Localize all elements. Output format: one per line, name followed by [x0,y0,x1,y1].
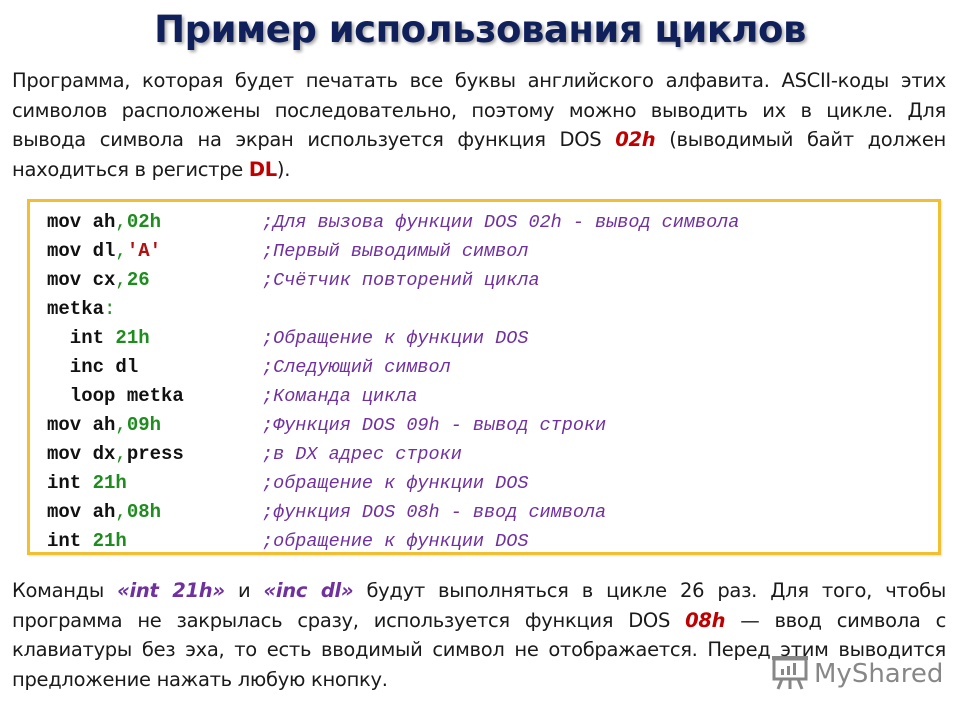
code-operand: press [126,443,184,465]
code-line: inc dl ;Следующий символ [47,353,927,382]
code-separator: : [104,298,116,320]
watermark-text: MyShared [814,659,944,689]
code-comment: ;обращение к функции DOS [262,531,529,552]
code-line: mov dx,press ;в DX адрес строки [47,440,927,469]
code-comment: ;Счётчик повторений цикла [262,270,540,291]
code-comment: ;Следующий символ [262,357,451,378]
code-instruction: mov ah [47,211,116,233]
intro-text-3: ). [276,157,291,181]
code-operand: 02h [126,211,162,233]
watermark: MyShared [770,654,943,694]
code-separator: , [115,211,127,233]
code-line: int 21h ;обращение к функции DOS [47,469,927,498]
outro-text-1: Команды [12,579,118,602]
code-line: mov ah,08h ;функция DOS 08h - ввод символ… [47,498,927,527]
code-line: loop metka ;Команда цикла [47,382,927,411]
code-operand: 'A' [126,240,162,262]
slide-title: Пример использования циклов [154,8,806,51]
dos-function-08h: 08h [685,608,726,632]
code-comment: ;функция DOS 08h - ввод символа [262,502,607,523]
code-comment: ;Для вызова функции DOS 02h - вывод симв… [262,212,740,233]
code-line: mov ah,02h ;Для вызова функции DOS 02h - … [47,208,927,237]
code-operand: 21h [92,472,127,494]
outro-text-2: и [224,579,264,602]
code-instruction: mov ah [47,501,116,523]
code-line: int 21h ;Обращение к функции DOS [47,324,927,353]
code-comment: ;Функция DOS 09h - вывод строки [262,415,607,436]
code-line: mov ah,09h ;Функция DOS 09h - вывод строк… [47,411,927,440]
code-operand: 08h [126,501,162,523]
code-comment: ;Команда цикла [262,386,418,407]
int-21h-highlight: «int 21h» [117,579,225,602]
code-block: mov ah,02h ;Для вызова функции DOS 02h - … [27,199,941,555]
code-separator: , [115,443,127,465]
code-comment: ;Обращение к функции DOS [262,328,529,349]
code-operand: 26 [126,269,150,291]
code-operand: 09h [126,414,162,436]
code-line: int 21h ;обращение к функции DOS [47,527,927,556]
code-instruction: mov ah [47,414,116,436]
code-line: metka: [47,295,927,324]
code-separator: , [115,240,127,262]
code-comment: ;Первый выводимый символ [262,241,529,262]
code-comment: ;обращение к функции DOS [262,473,529,494]
presentation-board-icon [770,653,814,696]
intro-paragraph: Программа, которая будет печатать все бу… [12,66,946,184]
code-line: mov cx,26 ;Счётчик повторений цикла [47,266,927,295]
code-instruction: loop metka [47,385,184,407]
code-separator: , [115,501,127,523]
code-instruction: mov dx [47,443,116,465]
code-operand: 21h [115,327,150,349]
code-instruction: metka [47,298,105,320]
dos-function-02h: 02h [615,128,656,151]
register-dl: DL [248,157,277,181]
code-instruction: mov dl [47,240,116,262]
code-instruction: mov cx [47,269,116,291]
code-line: mov dl,'A' ;Первый выводимый символ [47,237,927,266]
code-comment: ;в DX адрес строки [262,444,462,465]
code-separator: , [115,414,127,436]
inc-dl-highlight: «inc dl» [263,579,354,602]
code-operand: 21h [92,530,127,552]
code-instruction: int [47,327,116,349]
code-separator: , [115,269,127,291]
code-instruction: int [47,530,93,552]
code-instruction: int [47,472,93,494]
code-instruction: inc dl [47,356,139,378]
